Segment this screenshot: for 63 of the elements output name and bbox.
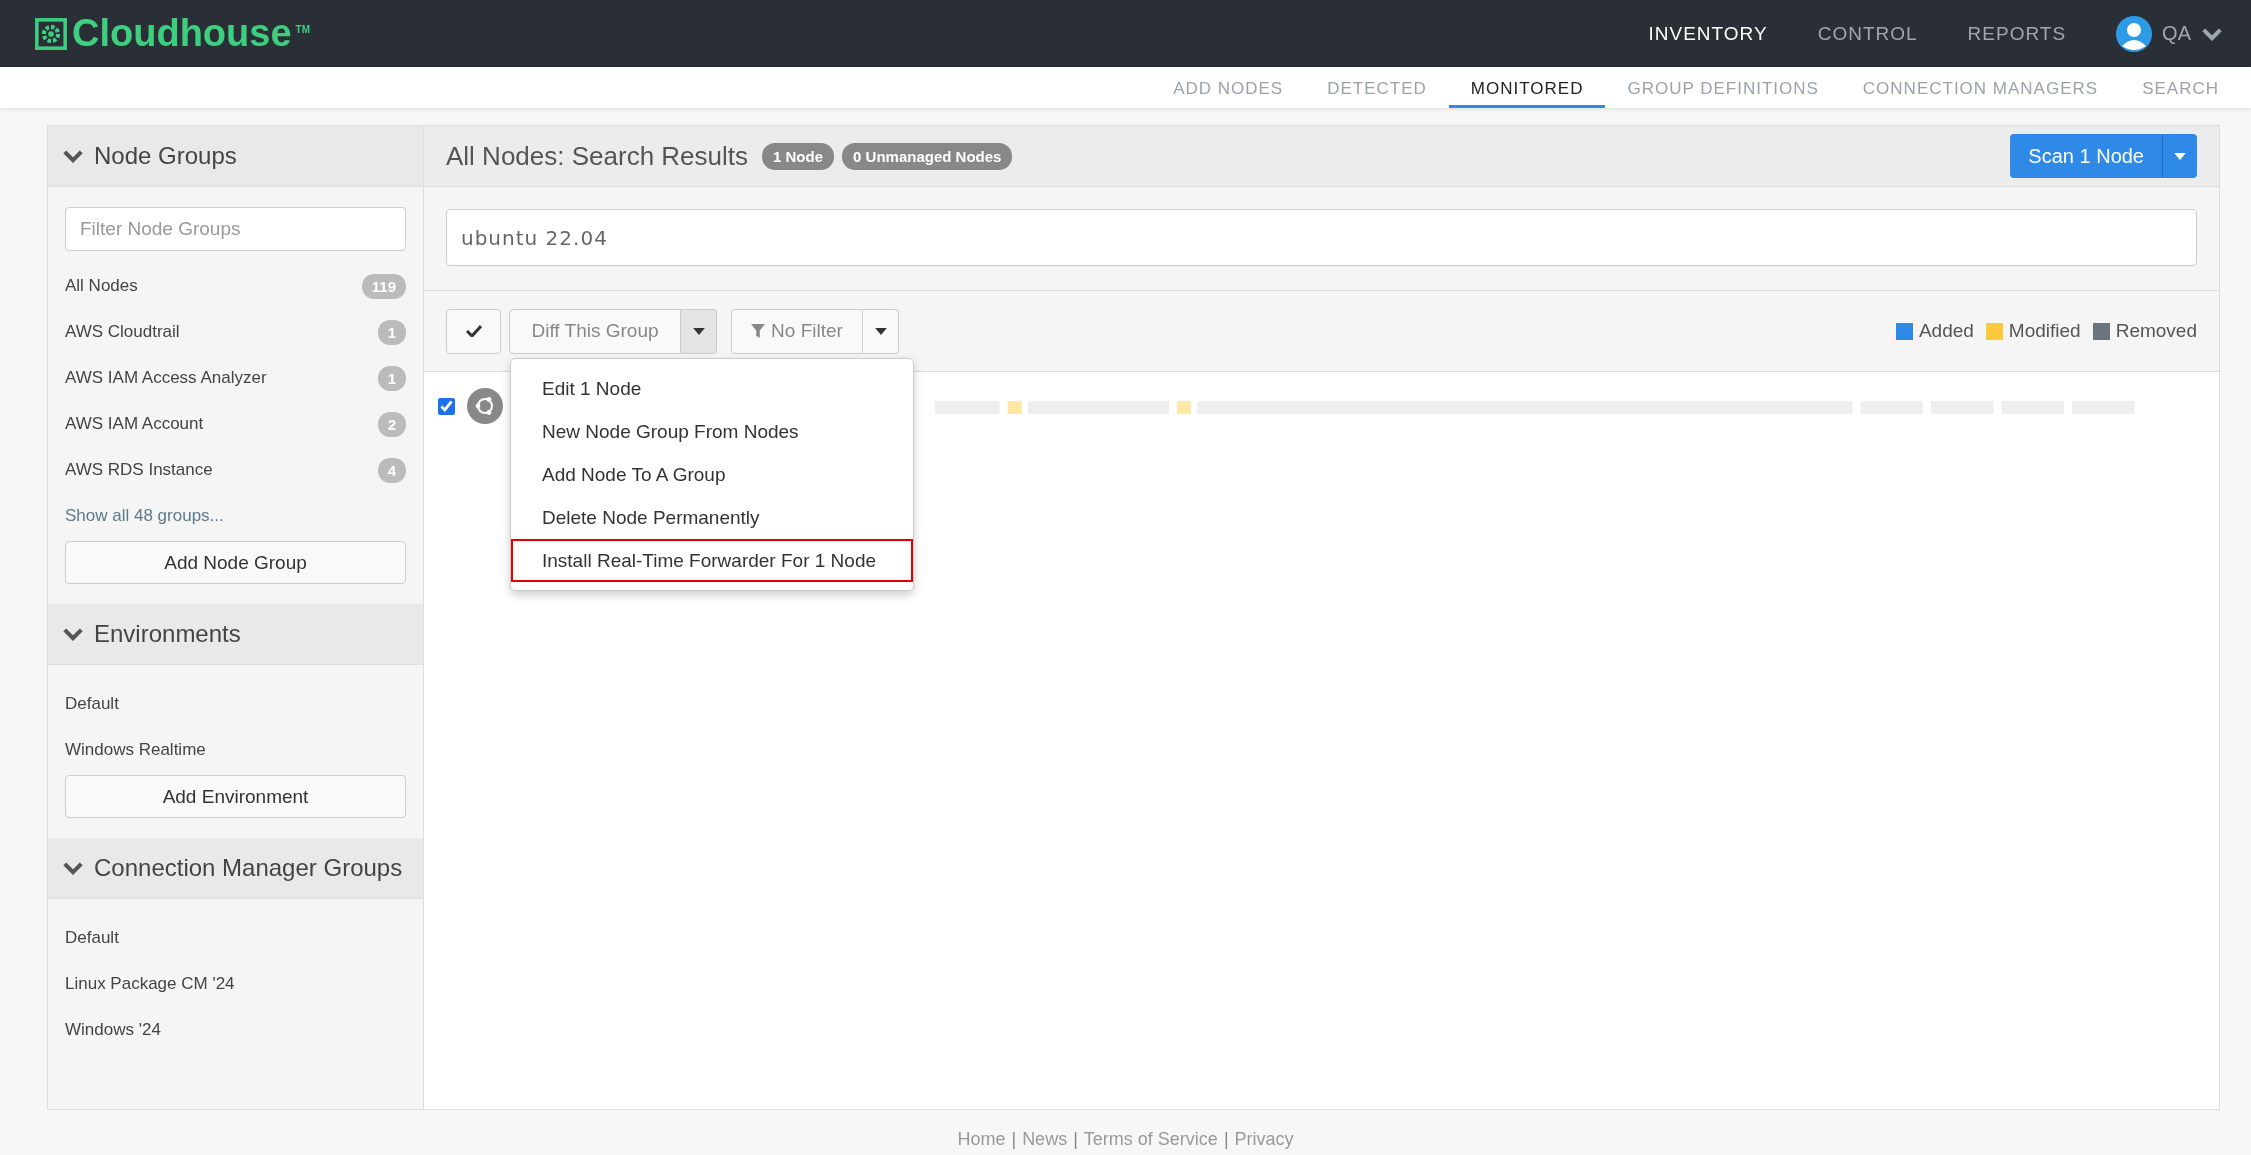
trademark: TM bbox=[295, 24, 310, 35]
menu-item[interactable]: Edit 1 Node bbox=[511, 367, 913, 410]
chevron-down-icon bbox=[62, 861, 84, 875]
section-title[interactable]: Connection Manager Groups bbox=[94, 854, 403, 882]
chevron-down-icon bbox=[2201, 26, 2223, 41]
user-name[interactable]: QA bbox=[2162, 22, 2191, 45]
menu-item[interactable]: Add Node To A Group bbox=[511, 453, 913, 496]
chevron-down-icon bbox=[62, 627, 84, 641]
caret-down-icon bbox=[692, 327, 705, 335]
section-header[interactable]: Connection Manager Groups bbox=[48, 838, 423, 899]
filter-dropdown-button[interactable] bbox=[863, 308, 899, 354]
count-badge: 1 bbox=[377, 319, 406, 345]
count-badge: 0 Unmanaged Nodes bbox=[842, 142, 1013, 170]
subnav-tab[interactable]: MONITORED bbox=[1448, 67, 1606, 108]
search-field[interactable]: ubuntu 22.04 bbox=[446, 209, 2197, 266]
node-os-icon bbox=[467, 388, 503, 424]
menu-item[interactable]: New Node Group From Nodes bbox=[511, 410, 913, 453]
group-link[interactable]: All Nodes bbox=[65, 276, 138, 296]
group-link[interactable]: AWS IAM Account bbox=[65, 414, 204, 434]
group-link[interactable]: Default bbox=[65, 694, 119, 714]
section-header[interactable]: Environments bbox=[48, 604, 423, 665]
nav-tab[interactable]: REPORTS bbox=[1967, 22, 2067, 45]
filter-field[interactable]: Filter Node Groups bbox=[65, 207, 406, 251]
separator: | bbox=[1073, 1129, 1078, 1150]
group-link[interactable]: Windows Realtime bbox=[65, 740, 206, 760]
add-button[interactable]: Add Node Group bbox=[65, 541, 406, 584]
legend-label: Modified bbox=[2008, 320, 2081, 342]
checkmark-icon bbox=[465, 325, 482, 337]
count-badge: 1 Node bbox=[762, 142, 835, 170]
group-link[interactable]: AWS IAM Access Analyzer bbox=[65, 368, 267, 388]
group-link[interactable]: Windows '24 bbox=[65, 1020, 161, 1040]
select-all-button[interactable] bbox=[446, 308, 501, 354]
group-link[interactable]: Default bbox=[65, 928, 119, 948]
chevron-down-icon bbox=[62, 149, 84, 163]
gear-logo-icon bbox=[34, 16, 68, 51]
legend-label: Removed bbox=[2115, 320, 2197, 342]
nav-tab[interactable]: CONTROL bbox=[1817, 22, 1918, 45]
group-link[interactable]: AWS Cloudtrail bbox=[65, 322, 180, 342]
section-header[interactable]: Node Groups bbox=[48, 126, 423, 187]
add-button[interactable]: Add Environment bbox=[65, 775, 406, 818]
group-link[interactable]: AWS RDS Instance bbox=[65, 460, 213, 480]
separator: | bbox=[1011, 1129, 1017, 1150]
filter-icon bbox=[751, 324, 766, 338]
count-badge: 119 bbox=[361, 273, 406, 299]
count-badge: 2 bbox=[377, 411, 406, 437]
nav-tab[interactable]: INVENTORY bbox=[1648, 22, 1768, 45]
section-title[interactable]: Node Groups bbox=[94, 142, 237, 170]
group-link[interactable]: Linux Package CM '24 bbox=[65, 974, 235, 994]
row-checkbox[interactable] bbox=[438, 397, 455, 415]
show-all-link[interactable]: Show all 48 groups... bbox=[65, 493, 406, 539]
diff-dropdown-button[interactable] bbox=[681, 308, 717, 354]
user-avatar-icon[interactable] bbox=[2116, 15, 2153, 52]
page-title: All Nodes: Search Results bbox=[446, 140, 749, 172]
menu-item[interactable]: Install Real-Time Forwarder For 1 Node bbox=[511, 539, 913, 582]
count-badge: 4 bbox=[377, 457, 406, 483]
separator: | bbox=[1223, 1129, 1229, 1150]
caret-down-icon bbox=[874, 327, 887, 335]
section-title[interactable]: Environments bbox=[94, 620, 241, 648]
menu-item[interactable]: Delete Node Permanently bbox=[511, 496, 913, 539]
legend-label: Added bbox=[1918, 320, 1974, 342]
count-badge: 1 bbox=[377, 365, 406, 391]
caret-down-icon bbox=[2174, 152, 2186, 160]
logo-text[interactable]: Cloudhouse bbox=[72, 12, 292, 55]
